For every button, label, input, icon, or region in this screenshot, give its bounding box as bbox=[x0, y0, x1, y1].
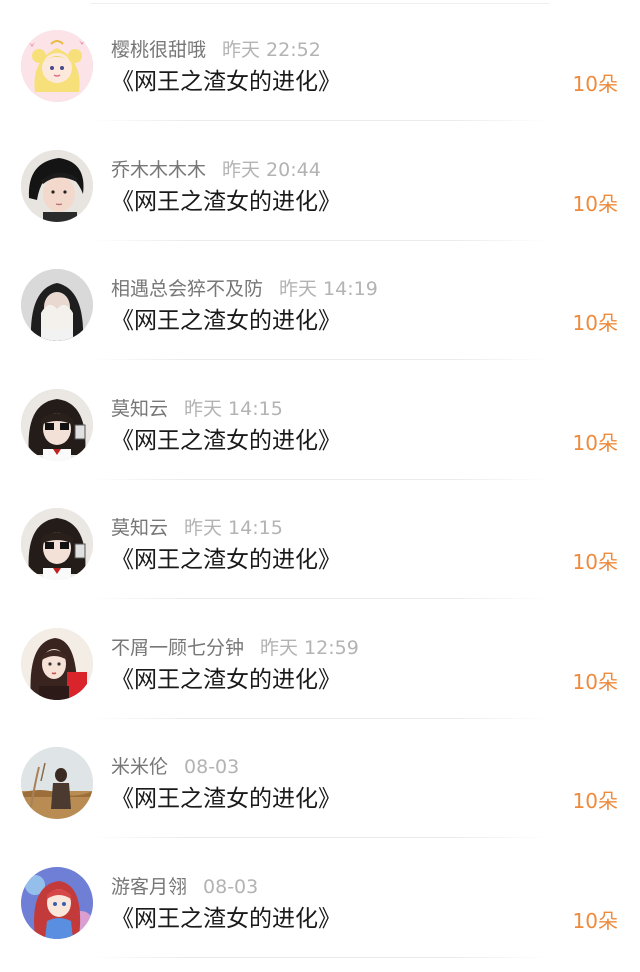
flower-count: 10朵 bbox=[572, 670, 618, 694]
flower-count: 10朵 bbox=[572, 550, 618, 574]
list-item[interactable]: 不屑一顾七分钟 昨天 12:59 《网王之渣女的进化》 10朵 bbox=[0, 600, 640, 719]
list-item[interactable]: 相遇总会猝不及防 昨天 14:19 《网王之渣女的进化》 10朵 bbox=[0, 241, 640, 360]
flower-count: 10朵 bbox=[572, 431, 618, 455]
list-item[interactable]: 游客月翎 08-03 《网王之渣女的进化》 10朵 bbox=[0, 839, 640, 958]
book-title[interactable]: 《网王之渣女的进化》 bbox=[111, 186, 341, 218]
row-divider bbox=[90, 598, 550, 599]
avatar[interactable] bbox=[21, 747, 93, 819]
book-title[interactable]: 《网王之渣女的进化》 bbox=[111, 664, 341, 696]
user-line: 乔木木木木 昨天 20:44 bbox=[111, 158, 321, 182]
user-line: 相遇总会猝不及防 昨天 14:19 bbox=[111, 277, 378, 301]
face-covered-avatar-icon bbox=[21, 269, 93, 341]
timestamp: 昨天 20:44 bbox=[222, 159, 321, 181]
avatar[interactable] bbox=[21, 30, 93, 102]
row-divider bbox=[90, 120, 550, 121]
flower-count: 10朵 bbox=[572, 72, 618, 96]
timestamp: 昨天 14:15 bbox=[184, 398, 283, 420]
avatar[interactable] bbox=[21, 389, 93, 461]
gift-list: 樱桃很甜哦 昨天 22:52 《网王之渣女的进化》 10朵 乔木木木木 昨天 20:… bbox=[0, 0, 640, 972]
bangs-girl-avatar-icon bbox=[21, 508, 93, 580]
book-title[interactable]: 《网王之渣女的进化》 bbox=[111, 305, 341, 337]
drawn-girl-avatar-icon bbox=[21, 628, 93, 700]
timestamp: 08-03 bbox=[184, 756, 240, 778]
list-item[interactable]: 莫知云 昨天 14:15 《网王之渣女的进化》 10朵 bbox=[0, 480, 640, 599]
timestamp: 昨天 14:19 bbox=[279, 278, 378, 300]
field-figure-avatar-icon bbox=[21, 747, 93, 819]
avatar[interactable] bbox=[21, 508, 93, 580]
bangs-girl-avatar-icon bbox=[21, 389, 93, 461]
row-divider bbox=[90, 957, 550, 958]
avatar[interactable] bbox=[21, 867, 93, 939]
avatar[interactable] bbox=[21, 269, 93, 341]
user-line: 莫知云 昨天 14:15 bbox=[111, 397, 283, 421]
user-line: 游客月翎 08-03 bbox=[111, 875, 258, 899]
book-title[interactable]: 《网王之渣女的进化》 bbox=[111, 783, 341, 815]
book-title[interactable]: 《网王之渣女的进化》 bbox=[111, 544, 341, 576]
username[interactable]: 乔木木木木 bbox=[111, 159, 206, 181]
timestamp: 昨天 22:52 bbox=[222, 39, 321, 61]
list-item[interactable]: 乔木木木木 昨天 20:44 《网王之渣女的进化》 10朵 bbox=[0, 122, 640, 241]
timestamp: 昨天 14:15 bbox=[184, 517, 283, 539]
user-line: 米米伦 08-03 bbox=[111, 755, 239, 779]
flower-count: 10朵 bbox=[572, 789, 618, 813]
book-title[interactable]: 《网王之渣女的进化》 bbox=[111, 903, 341, 935]
dark-hair-avatar-icon bbox=[21, 150, 93, 222]
book-title[interactable]: 《网王之渣女的进化》 bbox=[111, 425, 341, 457]
list-item[interactable]: 莫知云 昨天 14:15 《网王之渣女的进化》 10朵 bbox=[0, 361, 640, 480]
book-title[interactable]: 《网王之渣女的进化》 bbox=[111, 66, 341, 98]
row-divider bbox=[90, 837, 550, 838]
list-item[interactable]: 樱桃很甜哦 昨天 22:52 《网王之渣女的进化》 10朵 bbox=[0, 2, 640, 121]
username[interactable]: 米米伦 bbox=[111, 756, 168, 778]
timestamp: 08-03 bbox=[203, 876, 259, 898]
anime-girl-avatar-icon bbox=[21, 867, 93, 939]
username[interactable]: 莫知云 bbox=[111, 517, 168, 539]
avatar[interactable] bbox=[21, 150, 93, 222]
avatar[interactable] bbox=[21, 628, 93, 700]
username[interactable]: 不屑一顾七分钟 bbox=[111, 637, 244, 659]
row-divider bbox=[90, 359, 550, 360]
username[interactable]: 莫知云 bbox=[111, 398, 168, 420]
user-line: 莫知云 昨天 14:15 bbox=[111, 516, 283, 540]
user-line: 樱桃很甜哦 昨天 22:52 bbox=[111, 38, 321, 62]
user-line: 不屑一顾七分钟 昨天 12:59 bbox=[111, 636, 359, 660]
username[interactable]: 樱桃很甜哦 bbox=[111, 39, 206, 61]
username[interactable]: 相遇总会猝不及防 bbox=[111, 278, 263, 300]
flower-count: 10朵 bbox=[572, 311, 618, 335]
flower-count: 10朵 bbox=[572, 192, 618, 216]
sailor-moon-avatar-icon bbox=[21, 30, 93, 102]
flower-count: 10朵 bbox=[572, 909, 618, 933]
timestamp: 昨天 12:59 bbox=[260, 637, 359, 659]
list-item[interactable]: 米米伦 08-03 《网王之渣女的进化》 10朵 bbox=[0, 719, 640, 838]
username[interactable]: 游客月翎 bbox=[111, 876, 187, 898]
